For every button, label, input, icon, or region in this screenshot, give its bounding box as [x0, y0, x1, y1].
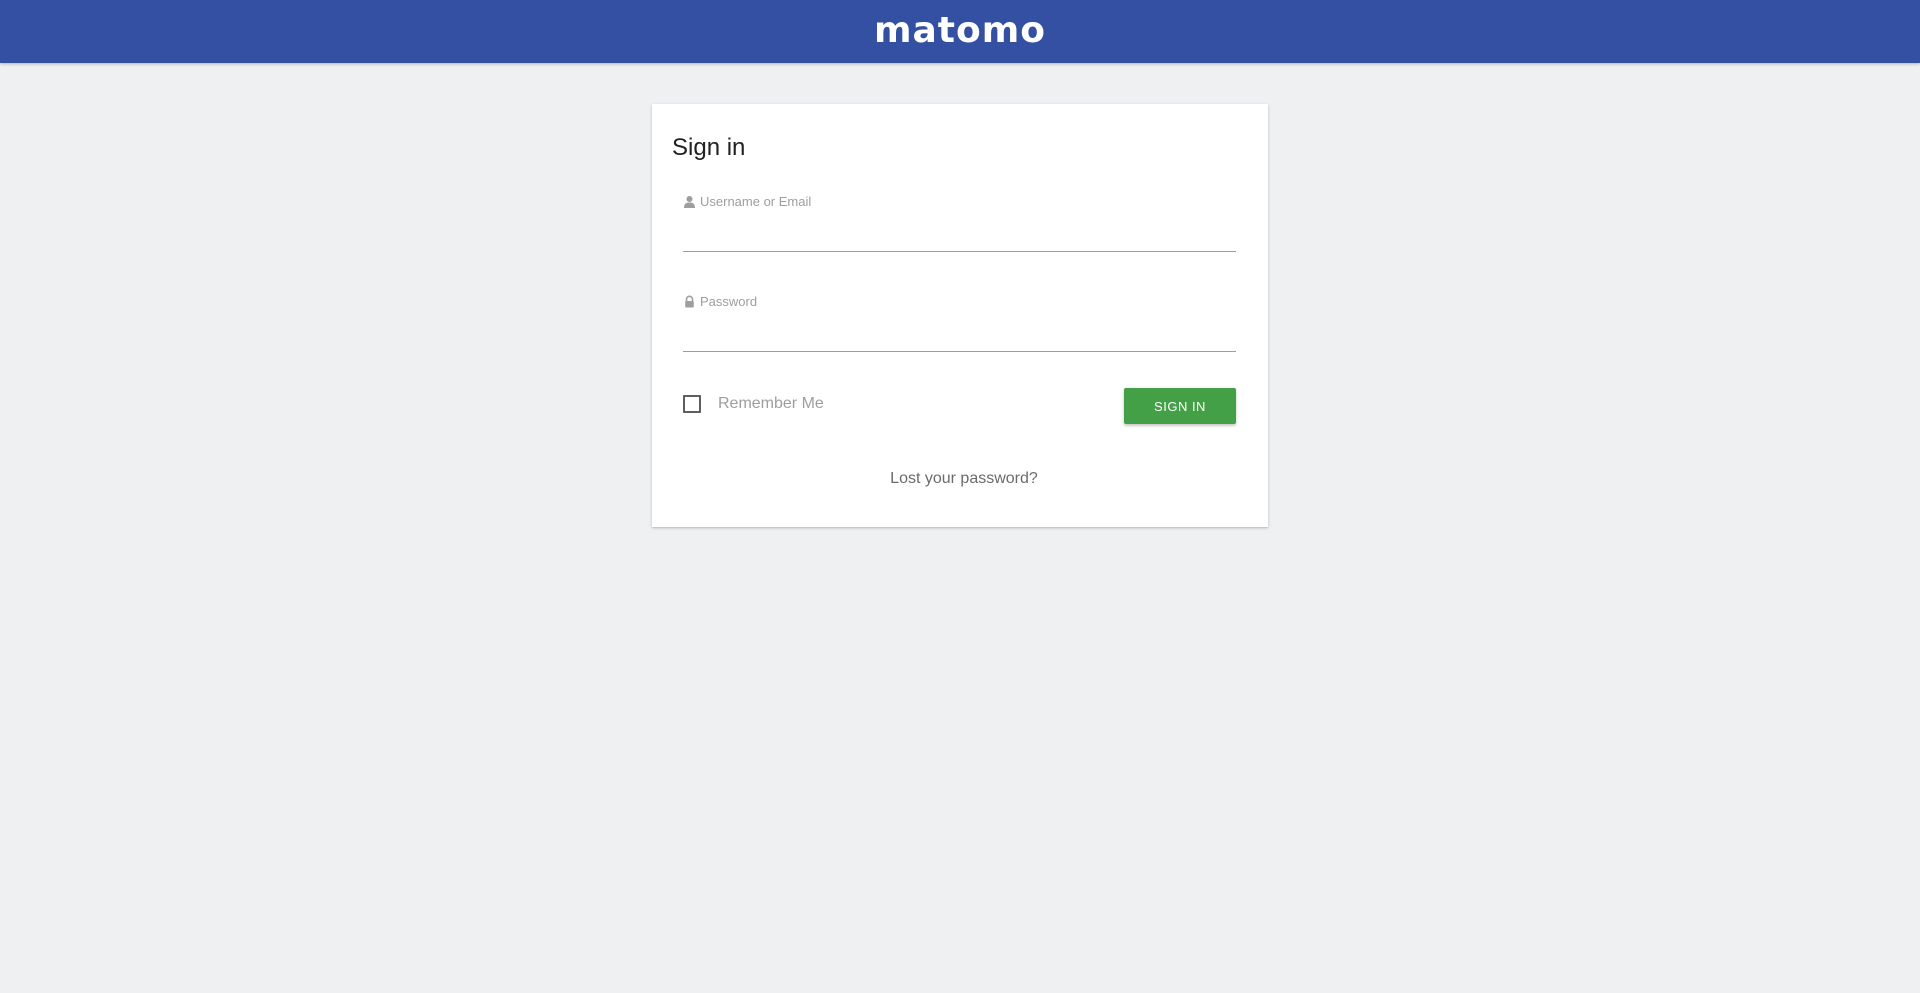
top-header-bar: matomo [0, 0, 1920, 63]
username-label: Username or Email [683, 192, 1236, 210]
login-card: Sign in Username or Email Password Remem… [652, 104, 1268, 527]
remember-me-checkbox[interactable] [683, 395, 701, 413]
matomo-logo[interactable]: matomo [874, 12, 1046, 49]
login-title: Sign in [672, 134, 746, 161]
lost-password-link[interactable]: Lost your password? [652, 470, 1268, 488]
password-label: Password [683, 292, 1236, 310]
username-label-text: Username or Email [700, 193, 812, 209]
username-input[interactable] [683, 226, 1236, 252]
remember-me-toggle[interactable]: Remember Me [683, 395, 824, 413]
sign-in-button[interactable]: Sign in [1124, 388, 1236, 424]
password-input[interactable] [683, 326, 1236, 352]
password-field: Password [683, 292, 1236, 352]
password-label-text: Password [700, 293, 758, 309]
user-icon [683, 195, 696, 208]
lock-icon [683, 294, 696, 308]
username-field: Username or Email [683, 192, 1236, 252]
remember-me-label: Remember Me [718, 395, 824, 412]
